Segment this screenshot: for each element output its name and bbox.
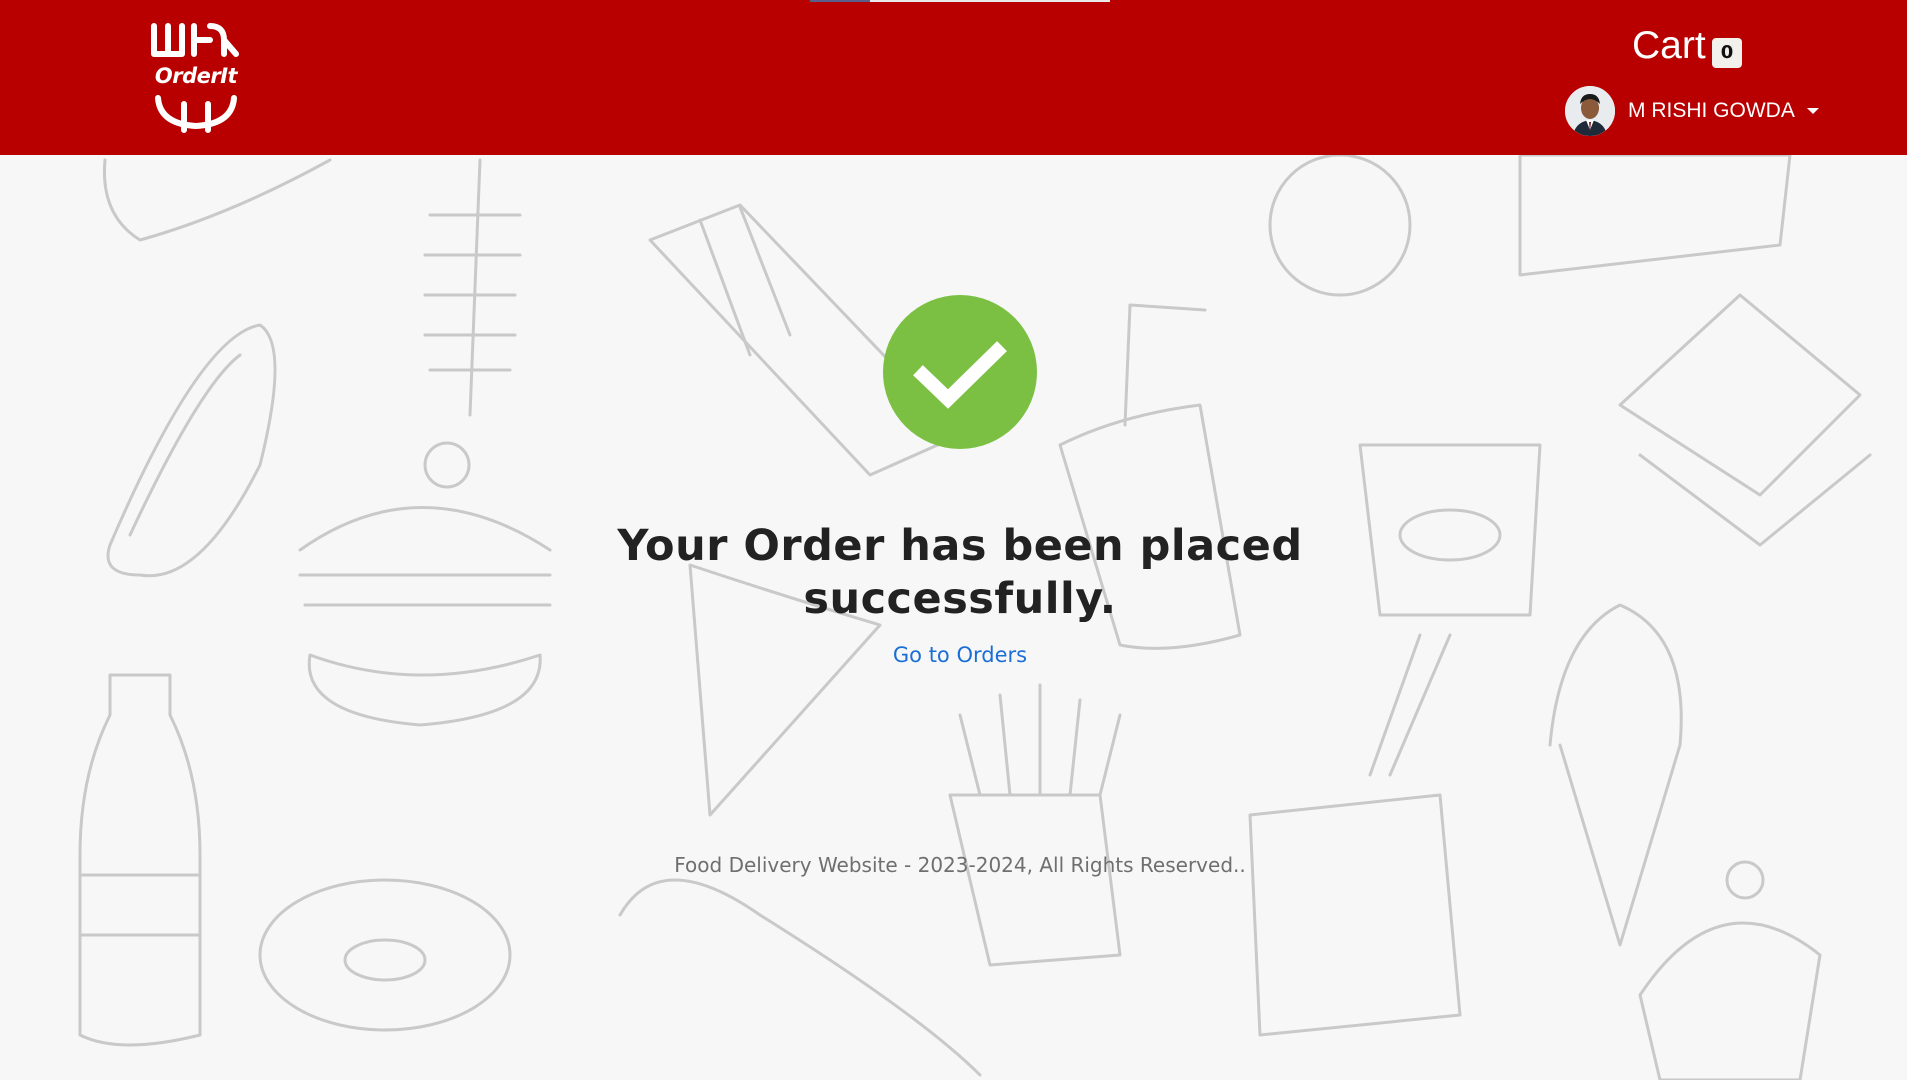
go-to-orders-link[interactable]: Go to Orders xyxy=(860,643,1060,667)
caret-down-icon xyxy=(1806,108,1819,114)
cart-label: Cart xyxy=(1632,24,1706,67)
user-menu[interactable]: M RISHI GOWDA xyxy=(1565,86,1819,136)
cart-count-badge: 0 xyxy=(1711,38,1743,68)
order-success-title: Your Order has been placed successfully. xyxy=(617,521,1303,624)
orderit-logo[interactable]: OrderIt xyxy=(146,20,246,136)
avatar xyxy=(1565,86,1615,136)
user-name: M RISHI GOWDA xyxy=(1628,99,1795,122)
cart-link[interactable]: Cart 0 xyxy=(1632,22,1743,70)
top-navbar: OrderIt Cart 0 M RISHI GOWDA xyxy=(0,0,1907,155)
avatar-image xyxy=(1565,86,1615,136)
footer-text: Food Delivery Website - 2023-2024, All R… xyxy=(674,853,1246,877)
logo-text: OrderIt xyxy=(154,64,238,88)
check-circle-icon xyxy=(883,295,1037,449)
loading-strip xyxy=(810,0,1110,2)
